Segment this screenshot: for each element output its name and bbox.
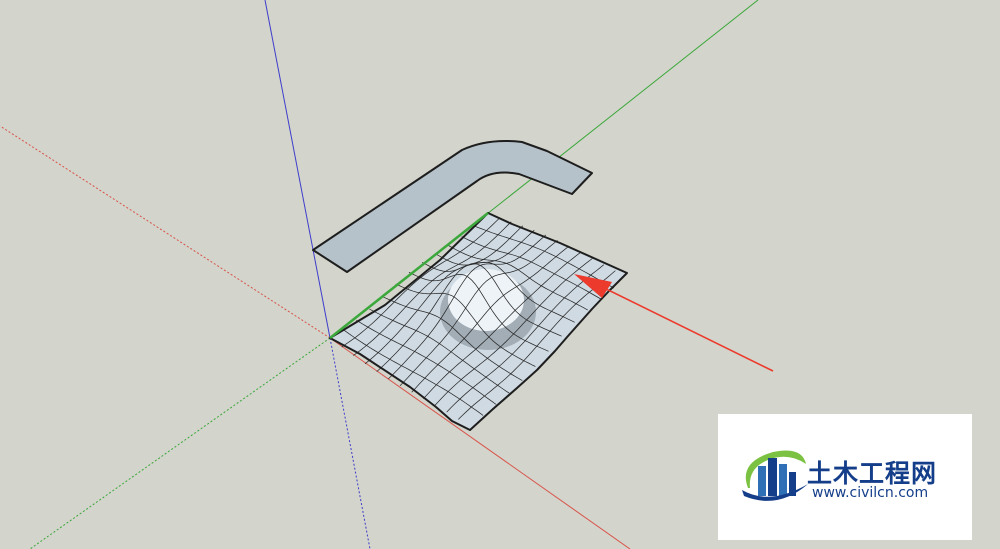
blue-axis-negative [329, 337, 371, 549]
red-axis-negative [0, 125, 331, 339]
brand-url: www.civilcn.com [812, 485, 929, 501]
watermark: 土木工程网 www.civilcn.com [718, 414, 972, 540]
civilcn-logo [742, 450, 808, 501]
blue-axis [264, 0, 331, 339]
annotation-arrow [574, 274, 774, 372]
green-axis-negative [29, 337, 331, 549]
modeling-viewport[interactable]: 土木工程网 www.civilcn.com [0, 0, 1000, 549]
